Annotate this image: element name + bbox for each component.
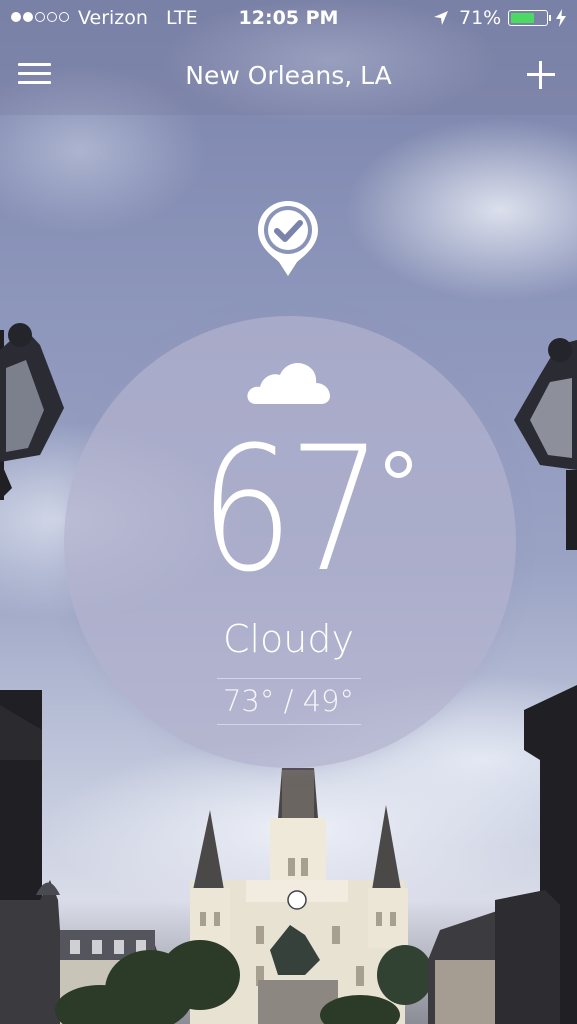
battery-icon (508, 10, 548, 26)
battery-percent: 71% (459, 7, 502, 29)
header: New Orleans, LA (0, 38, 577, 115)
location-pin-check-icon[interactable] (253, 198, 323, 278)
charging-bolt-icon (556, 9, 566, 27)
battery-level-fill (511, 13, 534, 23)
right-buildings (428, 890, 560, 1024)
current-temperature: 67 (199, 409, 383, 610)
high-low-temperature: 73° / 49° (222, 684, 354, 718)
divider-bottom (217, 724, 361, 725)
page-title: New Orleans, LA (185, 61, 392, 90)
cloud-icon (247, 363, 330, 404)
weather-condition: Cloudy (222, 617, 355, 661)
battery-cap (549, 15, 551, 21)
status-bar: Verizon LTE 12:05 PM 71% (0, 0, 577, 38)
degree-symbol (385, 451, 412, 478)
location-arrow-icon (434, 11, 448, 25)
plus-icon[interactable] (526, 60, 556, 90)
divider-top (217, 678, 361, 679)
